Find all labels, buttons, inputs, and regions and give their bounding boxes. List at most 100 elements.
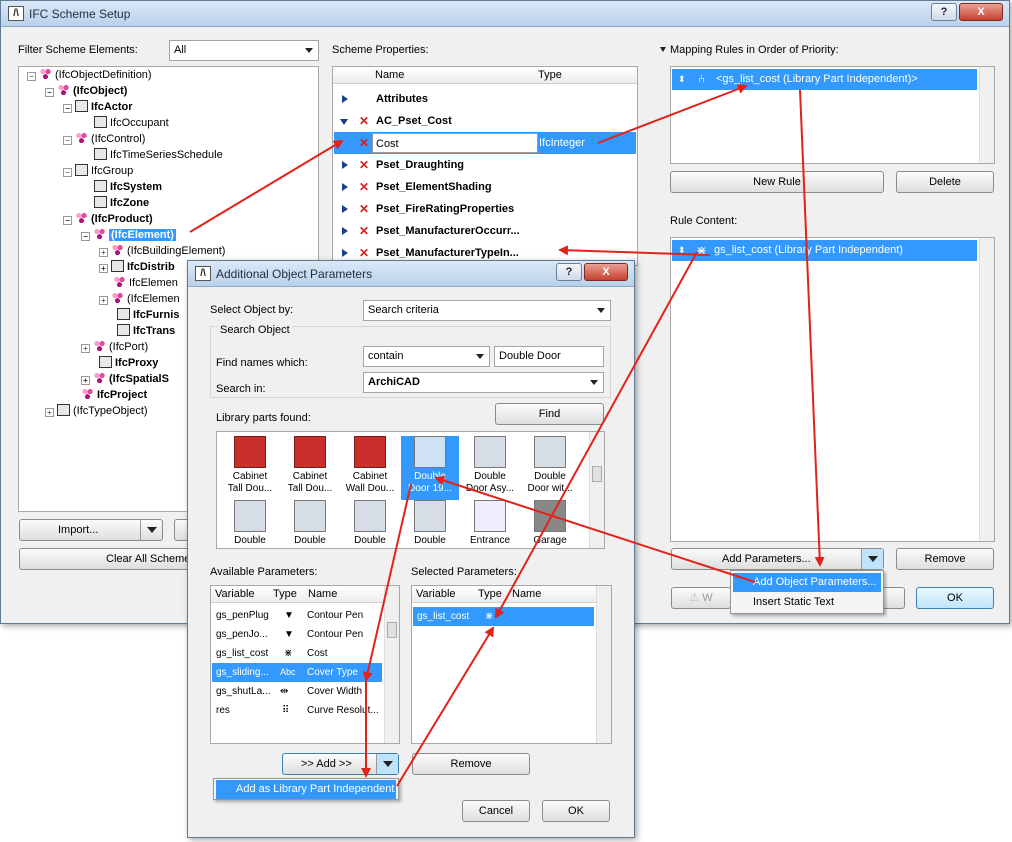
library-part-thumb[interactable]: Cabinet Tall Dou... xyxy=(281,436,339,500)
tree-item[interactable]: − IfcGroup xyxy=(63,164,133,179)
chevron-down-icon[interactable] xyxy=(861,549,883,569)
help-button[interactable]: ? xyxy=(556,263,582,281)
collapse-triangle-icon[interactable] xyxy=(660,47,666,52)
menu-insert-static-text[interactable]: Insert Static Text xyxy=(733,593,881,612)
mapping-rule-item[interactable]: ⬍ ⑃ <gs_list_cost (Library Part Independ… xyxy=(672,69,977,90)
selected-parameter-row[interactable]: gs_list_cost ⋇ xyxy=(413,607,594,626)
remove-x-icon[interactable]: ✕ xyxy=(359,176,369,198)
scrollbar[interactable] xyxy=(589,432,604,548)
tree-item[interactable]: + IfcDistrib xyxy=(99,260,175,275)
tree-item[interactable]: + (IfcPort) xyxy=(81,340,148,355)
tree-item[interactable]: − IfcActor xyxy=(63,100,133,115)
expand-arrow-icon[interactable] xyxy=(342,227,348,235)
chevron-down-icon[interactable] xyxy=(140,520,162,540)
ok-button[interactable]: OK xyxy=(542,800,610,822)
menu-add-object-parameters[interactable]: Add Object Parameters... xyxy=(733,573,881,592)
library-part-thumb[interactable]: Double Door wit... xyxy=(521,436,579,500)
tree-item[interactable]: − (IfcProduct) xyxy=(63,212,153,227)
parameter-row[interactable]: res ⠿ Curve Resolut... xyxy=(212,701,382,720)
collapse-arrow-icon[interactable] xyxy=(340,119,348,125)
warning-button[interactable]: ⚠ W xyxy=(671,587,731,609)
search-in-dropdown[interactable]: ArchiCAD xyxy=(363,372,604,393)
tree-item-selected[interactable]: − (IfcElement) xyxy=(81,228,176,243)
tree-item[interactable]: + (IfcTypeObject) xyxy=(45,404,148,419)
scheme-properties-list[interactable]: Name Type Attributes ✕ AC_Pset_Cost ✕ Cos… xyxy=(332,66,638,266)
tree-item[interactable]: − (IfcControl) xyxy=(63,132,145,147)
expand-arrow-icon[interactable] xyxy=(342,249,348,257)
library-part-thumb[interactable]: Cabinet Tall Dou... xyxy=(221,436,279,500)
tree-item[interactable]: + (IfcBuildingElement) xyxy=(99,244,225,259)
parameter-row[interactable]: gs_penJo... ▼ Contour Pen xyxy=(212,625,382,644)
library-part-thumb[interactable]: Double xyxy=(341,500,399,548)
tree-item[interactable]: IfcTimeSeriesSchedule xyxy=(94,148,223,163)
remove-parameter-button[interactable]: Remove xyxy=(412,753,530,775)
parameter-row-selected[interactable]: gs_sliding... Abc Cover Type xyxy=(212,663,382,682)
tree-item[interactable]: − (IfcObjectDefinition) xyxy=(27,68,152,83)
close-button[interactable]: X xyxy=(959,3,1003,21)
tree-item[interactable]: + (IfcElemen xyxy=(99,292,180,307)
remove-x-icon[interactable]: ✕ xyxy=(359,198,369,220)
tree-item[interactable]: IfcProject xyxy=(81,388,147,403)
rule-content-list[interactable]: ⬍ ⋇ gs_list_cost (Library Part Independe… xyxy=(670,237,995,542)
mapping-rules-list[interactable]: ⬍ ⑃ <gs_list_cost (Library Part Independ… xyxy=(670,66,995,164)
scrollbar[interactable] xyxy=(384,586,399,743)
scrollbar[interactable] xyxy=(979,238,994,541)
menu-add-library-part-independent[interactable]: Add as Library Part Independent xyxy=(216,780,396,799)
prop-row-manufacturer-occurr[interactable]: ✕ Pset_ManufacturerOccurr... xyxy=(334,220,636,242)
chevron-down-icon[interactable] xyxy=(376,754,398,774)
cancel-button[interactable]: Cancel xyxy=(462,800,530,822)
expand-arrow-icon[interactable] xyxy=(342,161,348,169)
remove-x-icon[interactable]: ✕ xyxy=(359,220,369,242)
library-part-thumb[interactable]: Double xyxy=(281,500,339,548)
tree-item[interactable]: IfcTrans xyxy=(117,324,175,339)
tree-item[interactable]: IfcZone xyxy=(94,196,149,211)
ok-button-main[interactable]: OK xyxy=(916,587,994,609)
library-part-thumb-selected[interactable]: Double Door 19... xyxy=(401,436,459,500)
tree-item[interactable]: IfcSystem xyxy=(94,180,162,195)
prop-row-ac-pset-cost[interactable]: ✕ AC_Pset_Cost xyxy=(334,110,636,132)
tree-item[interactable]: + (IfcSpatialS xyxy=(81,372,169,387)
expand-arrow-icon[interactable] xyxy=(342,183,348,191)
close-button[interactable]: X xyxy=(584,263,628,281)
prop-row-draughting[interactable]: ✕ Pset_Draughting xyxy=(334,154,636,176)
library-part-thumb[interactable]: Double Door Asy... xyxy=(461,436,519,500)
help-button[interactable]: ? xyxy=(931,3,957,21)
selected-parameters-list[interactable]: Variable Type Name gs_list_cost ⋇ xyxy=(411,585,612,744)
library-part-thumb[interactable]: Double xyxy=(221,500,279,548)
find-text-input[interactable]: Double Door xyxy=(494,346,604,367)
add-parameters-button[interactable]: Add Parameters... xyxy=(671,548,884,570)
library-part-thumb[interactable]: Double xyxy=(401,500,459,548)
library-parts-grid[interactable]: Cabinet Tall Dou... Cabinet Tall Dou... Ca… xyxy=(216,431,605,549)
parameter-row[interactable]: gs_penPlug ▼ Contour Pen xyxy=(212,606,382,625)
reorder-arrows-icon[interactable]: ⬍ xyxy=(678,240,686,261)
import-button[interactable]: Import... xyxy=(19,519,163,541)
rule-content-item[interactable]: ⬍ ⋇ gs_list_cost (Library Part Independe… xyxy=(672,240,977,261)
remove-x-icon[interactable]: ✕ xyxy=(359,132,369,154)
find-mode-dropdown[interactable]: contain xyxy=(363,346,490,367)
remove-x-icon[interactable]: ✕ xyxy=(359,154,369,176)
prop-row-attributes[interactable]: Attributes xyxy=(334,88,636,110)
scrollbar[interactable] xyxy=(979,67,994,163)
tree-item[interactable]: IfcProxy xyxy=(99,356,158,371)
filter-dropdown[interactable]: All xyxy=(169,40,319,61)
library-part-thumb[interactable]: Entrance xyxy=(461,500,519,548)
prop-row-cost[interactable]: ✕ Cost IfcInteger xyxy=(334,132,636,154)
tree-item[interactable]: IfcOccupant xyxy=(94,116,169,131)
parameter-row[interactable]: gs_list_cost ⋇ Cost xyxy=(212,644,382,663)
tree-item[interactable]: IfcElemen xyxy=(113,276,178,291)
remove-x-icon[interactable]: ✕ xyxy=(359,110,369,132)
library-part-thumb[interactable]: Cabinet Wall Dou... xyxy=(341,436,399,500)
scrollbar[interactable] xyxy=(596,586,611,743)
library-part-thumb[interactable]: Garage xyxy=(521,500,579,548)
tree-item[interactable]: − (IfcObject) xyxy=(45,84,127,99)
expand-arrow-icon[interactable] xyxy=(342,95,348,103)
parameter-row[interactable]: gs_shutLa... ⇹ Cover Width xyxy=(212,682,382,701)
prop-row-fire-rating[interactable]: ✕ Pset_FireRatingProperties xyxy=(334,198,636,220)
new-rule-button[interactable]: New Rule xyxy=(670,171,884,193)
delete-button[interactable]: Delete xyxy=(896,171,994,193)
add-button[interactable]: >> Add >> xyxy=(282,753,399,775)
available-parameters-list[interactable]: Variable Type Name gs_penPlug ▼ Contour Pe… xyxy=(210,585,400,744)
expand-arrow-icon[interactable] xyxy=(342,205,348,213)
prop-row-element-shading[interactable]: ✕ Pset_ElementShading xyxy=(334,176,636,198)
remove-button[interactable]: Remove xyxy=(896,548,994,570)
